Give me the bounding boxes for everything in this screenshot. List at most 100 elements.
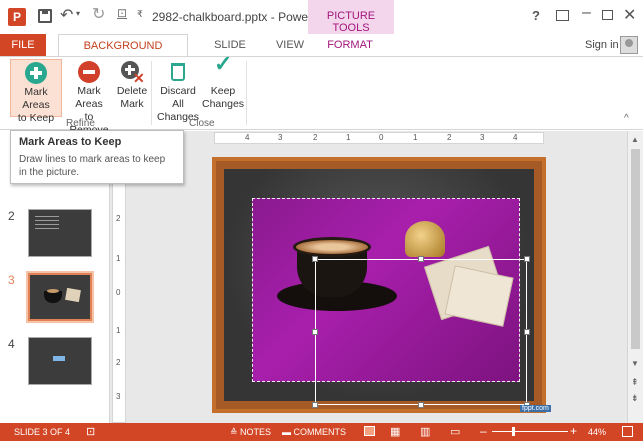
zoom-slider[interactable]: [492, 431, 568, 432]
vruler-label: 3: [116, 392, 121, 401]
ribbon-tabs: FILE BACKGROUND REMOVAL SLIDE SHOW VIEW …: [0, 34, 643, 74]
notes-button[interactable]: ≙ NOTES: [230, 427, 271, 438]
mark-areas-to-keep-button[interactable]: Mark Areas to Keep: [10, 59, 62, 124]
resize-handle[interactable]: [312, 329, 318, 335]
fppt-watermark: fppt.com: [520, 405, 551, 412]
slide-show-icon[interactable]: ▭: [450, 425, 460, 438]
slide-canvas[interactable]: fppt.com: [212, 157, 551, 413]
slide-number-2: 2: [8, 209, 15, 223]
undo-dropdown-icon[interactable]: ▾: [76, 9, 80, 18]
chalkboard-background: [224, 169, 534, 408]
mark-areas-to-remove-label-1: Mark Areas: [75, 85, 103, 110]
zoom-level[interactable]: 44%: [588, 427, 606, 437]
keep-area-selection-box[interactable]: [312, 256, 530, 408]
discard-bin-icon: [167, 61, 189, 83]
ribbon-display-options-button[interactable]: [556, 10, 569, 21]
hruler-label: 3: [480, 133, 485, 142]
help-button[interactable]: ?: [532, 8, 540, 23]
keep-changes-button[interactable]: ✓ Keep Changes: [202, 51, 245, 111]
undo-icon[interactable]: ↶: [60, 5, 73, 25]
group-label-refine: Refine: [66, 118, 95, 129]
vruler-label: 2: [116, 358, 121, 367]
scroll-down-arrow-icon[interactable]: ▼: [631, 359, 639, 368]
discard-label-1: Discard All: [160, 85, 196, 110]
spell-check-icon[interactable]: ⊡: [86, 425, 95, 438]
sign-in-link[interactable]: Sign in: [585, 39, 619, 51]
hruler-label: 2: [313, 133, 318, 142]
hruler-label: 1: [413, 133, 418, 142]
slide-number-3: 3: [8, 273, 15, 287]
resize-handle[interactable]: [418, 402, 424, 408]
resize-handle[interactable]: [418, 256, 424, 262]
slide-thumbnail-2[interactable]: [28, 209, 92, 257]
mark-areas-to-keep-label-2: to Keep: [17, 112, 55, 124]
status-bar: SLIDE 3 OF 4 ⊡ ≙ NOTES ▬ COMMENTS ▦ ▥ ▭ …: [0, 423, 643, 441]
tooltip: Mark Areas to Keep Draw lines to mark ar…: [10, 130, 184, 184]
hruler-label: 1: [346, 133, 351, 142]
checkmark-icon: ✓: [214, 51, 233, 76]
vruler-label: 1: [116, 254, 121, 263]
delete-mark-label-2: Mark: [120, 98, 144, 110]
hruler-label: 3: [278, 133, 283, 142]
comments-button[interactable]: ▬ COMMENTS: [282, 427, 346, 437]
collapse-ribbon-button[interactable]: ^: [624, 113, 629, 124]
tooltip-description: Draw lines to mark areas to keep in the …: [19, 154, 166, 178]
save-icon[interactable]: [38, 9, 52, 23]
vertical-scrollbar[interactable]: ▲ ▼ ⇞ ⇟: [627, 131, 643, 423]
tab-background-removal[interactable]: BACKGROUND REMOVAL: [58, 34, 188, 74]
plus-circle-icon: [25, 62, 47, 84]
tab-file[interactable]: FILE: [0, 34, 46, 56]
slide-counter: SLIDE 3 OF 4: [14, 427, 71, 437]
coffee-foam-image: [293, 237, 371, 257]
horizontal-ruler: 4 3 2 1 0 1 2 3 4: [214, 132, 544, 144]
close-button[interactable]: ✕: [623, 5, 636, 25]
next-slide-icon[interactable]: ⇟: [631, 393, 639, 404]
group-separator: [246, 61, 247, 125]
bell-image: [405, 221, 445, 257]
keep-changes-label-2: Changes: [202, 98, 245, 110]
keep-changes-label-1: Keep: [210, 85, 236, 97]
scroll-up-arrow-icon[interactable]: ▲: [631, 135, 639, 144]
minimize-button[interactable]: –: [582, 4, 591, 22]
hruler-label: 2: [447, 133, 452, 142]
zoom-slider-thumb[interactable]: [512, 427, 515, 436]
zoom-out-button[interactable]: –: [480, 424, 487, 438]
fit-slide-icon[interactable]: [622, 426, 633, 437]
resize-handle[interactable]: [524, 256, 530, 262]
vruler-label: 1: [116, 326, 121, 335]
reading-view-icon[interactable]: ▥: [420, 425, 430, 438]
background-removal-picture[interactable]: [252, 198, 530, 408]
zoom-in-button[interactable]: +: [570, 424, 577, 438]
vruler-label: 0: [116, 288, 121, 297]
tab-format[interactable]: FORMAT: [314, 34, 386, 56]
discard-all-changes-button[interactable]: Discard All Changes: [154, 59, 202, 124]
slide-thumbnail-4[interactable]: [28, 337, 92, 385]
hruler-label: 4: [513, 133, 518, 142]
resize-handle[interactable]: [312, 256, 318, 262]
maximize-button[interactable]: [602, 10, 613, 20]
picture-tools-group-label: PICTURE TOOLS: [308, 0, 394, 34]
slide-thumbnail-3[interactable]: [26, 271, 94, 323]
title-bar: P ↶ ▾ ↻ ⊡ ₹ 2982-chalkboard.pptx - Power…: [0, 0, 643, 34]
slide-sorter-icon[interactable]: ▦: [390, 425, 400, 438]
delete-mark-label-1: Delete: [116, 85, 148, 97]
mark-areas-to-keep-label-1: Mark Areas: [22, 86, 50, 111]
start-from-beginning-icon[interactable]: ⊡: [117, 6, 127, 20]
delete-mark-button[interactable]: ✕ Delete Mark: [114, 59, 150, 111]
delete-mark-icon: ✕: [121, 61, 145, 85]
hruler-label: 0: [379, 133, 384, 142]
powerpoint-window: P ↶ ▾ ↻ ⊡ ₹ 2982-chalkboard.pptx - Power…: [0, 0, 643, 441]
normal-view-icon[interactable]: [364, 426, 375, 436]
powerpoint-icon: P: [8, 8, 26, 26]
redo-icon[interactable]: ↻: [92, 4, 105, 24]
customize-qat-icon[interactable]: ₹: [137, 9, 143, 20]
previous-slide-icon[interactable]: ⇞: [631, 377, 639, 388]
avatar[interactable]: [620, 36, 638, 54]
resize-handle[interactable]: [312, 402, 318, 408]
tab-view[interactable]: VIEW: [270, 34, 310, 56]
group-label-close: Close: [189, 118, 215, 129]
scrollbar-thumb[interactable]: [631, 149, 640, 349]
ribbon: Mark Areas to Keep Mark Areas to Remove …: [0, 51, 643, 136]
resize-handle[interactable]: [524, 329, 530, 335]
minus-circle-icon: [78, 61, 100, 83]
